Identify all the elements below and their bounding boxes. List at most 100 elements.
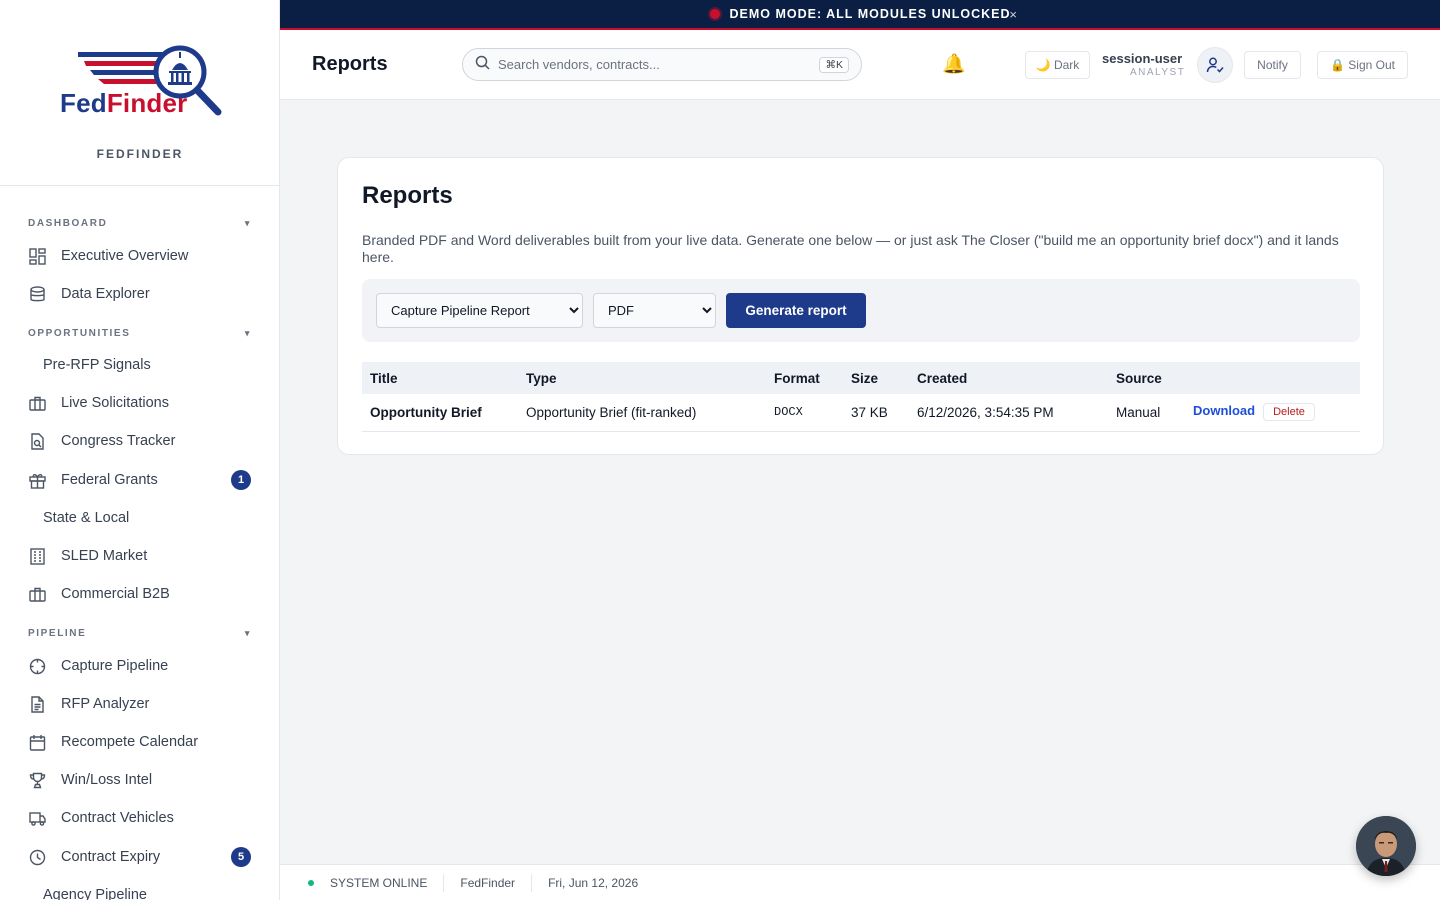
sidebar-item-label: Federal Grants <box>61 472 158 488</box>
sidebar-item-label: Contract Vehicles <box>61 810 174 826</box>
sidebar-item-contract-expiry[interactable]: Contract Expiry 5 <box>28 842 251 872</box>
calendar-icon <box>28 733 46 751</box>
status-footer: SYSTEM ONLINE FedFinder Fri, Jun 12, 202… <box>280 864 1440 900</box>
reports-table: Title Type Format Size Created Source Op… <box>362 362 1360 432</box>
report-type: Opportunity Brief (fit-ranked) <box>518 394 766 432</box>
sidebar-item-data-explorer[interactable]: Data Explorer <box>28 279 251 309</box>
sidebar: FedFinder FEDFINDER DASHBOARD ▾ Executive… <box>0 0 280 900</box>
shortcut-hint: ⌘K <box>819 57 849 73</box>
column-header-source: Source <box>1116 370 1162 386</box>
sidebar-item-recompete-calendar[interactable]: Recompete Calendar <box>28 727 251 757</box>
banner-text: DEMO MODE: ALL MODULES UNLOCKED <box>729 7 1011 21</box>
report-created: 6/12/2026, 3:54:35 PM <box>909 394 1108 432</box>
sidebar-item-label: Contract Expiry <box>61 849 161 865</box>
bell-icon[interactable]: 🔔 <box>942 52 966 76</box>
sidebar-item-label: Win/Loss Intel <box>61 772 153 788</box>
sidebar-item-label: SLED Market <box>61 548 148 564</box>
sidebar-item-label: Executive Overview <box>61 248 189 264</box>
gift-icon <box>28 471 46 489</box>
sidebar-item-sled-market[interactable]: SLED Market <box>28 541 251 571</box>
notify-button[interactable]: Notify <box>1244 51 1301 79</box>
clock-icon <box>28 848 46 866</box>
sidebar-item-live-solicitations[interactable]: Live Solicitations <box>28 388 251 418</box>
report-type-select[interactable]: Capture Pipeline Report <box>376 293 583 328</box>
sidebar-item-label: RFP Analyzer <box>61 696 150 712</box>
generate-report-button[interactable]: Generate report <box>726 293 866 328</box>
chevron-down-icon[interactable]: ▾ <box>245 328 251 339</box>
count-badge: 5 <box>231 847 251 867</box>
trophy-icon <box>28 771 46 789</box>
sidebar-item-win-loss-intel[interactable]: Win/Loss Intel <box>28 765 251 795</box>
search-icon <box>475 55 490 75</box>
report-size: 37 KB <box>843 394 909 432</box>
section-dashboard[interactable]: DASHBOARD ▾ <box>28 218 251 232</box>
user-check-icon[interactable] <box>1197 47 1233 83</box>
reports-heading: Reports <box>362 182 453 209</box>
report-title: Opportunity Brief <box>362 394 518 432</box>
sidebar-item-agency-pipeline[interactable]: Agency Pipeline <box>43 880 251 900</box>
section-pipeline[interactable]: PIPELINE ▾ <box>28 628 251 642</box>
sidebar-item-federal-grants[interactable]: Federal Grants 1 <box>28 465 251 495</box>
section-opportunities[interactable]: OPPORTUNITIES ▾ <box>28 328 251 342</box>
generate-report-bar: Capture Pipeline Report PDF Generate rep… <box>362 279 1360 342</box>
truck-icon <box>28 809 46 827</box>
sidebar-item-state-local[interactable]: State & Local <box>43 503 251 533</box>
sidebar-item-label: Congress Tracker <box>61 433 176 449</box>
user-role: ANALYST <box>1130 67 1186 78</box>
sidebar-item-label: Data Explorer <box>61 286 150 302</box>
delete-button[interactable]: Delete <box>1263 403 1315 422</box>
report-source: Manual <box>1108 394 1185 432</box>
sidebar-item-congress-tracker[interactable]: Congress Tracker <box>28 426 251 456</box>
divider <box>531 873 533 892</box>
sidebar-item-capture-pipeline[interactable]: Capture Pipeline <box>28 651 251 681</box>
page-title: Reports <box>312 53 388 75</box>
table-row: Opportunity Brief Opportunity Brief (fit… <box>362 394 1360 432</box>
building-icon <box>28 547 46 565</box>
sidebar-item-pre-rfp-signals[interactable]: Pre-RFP Signals <box>43 350 251 380</box>
divider <box>443 873 445 892</box>
demo-mode-banner: DEMO MODE: ALL MODULES UNLOCKED × <box>280 0 1440 30</box>
report-actions: Download Delete <box>1185 394 1360 432</box>
file-text-icon <box>28 695 46 713</box>
theme-toggle-button[interactable]: 🌙 Dark <box>1025 51 1090 79</box>
status-dot-icon <box>709 9 720 19</box>
sidebar-item-label: Live Solicitations <box>61 395 169 411</box>
footer-date: Fri, Jun 12, 2026 <box>548 875 639 890</box>
column-header-actions <box>1185 362 1360 394</box>
reports-card: Reports Branded PDF and Word deliverable… <box>337 157 1384 455</box>
logo-wordmark: FedFinder <box>60 88 188 118</box>
search-input[interactable] <box>498 57 798 72</box>
sidebar-item-executive-overview[interactable]: Executive Overview <box>28 241 251 271</box>
search-box[interactable]: ⌘K <box>462 48 862 81</box>
format-select[interactable]: PDF <box>593 293 716 328</box>
sign-out-button[interactable]: 🔒 Sign Out <box>1317 51 1408 79</box>
briefcase-icon <box>28 585 46 603</box>
close-icon[interactable]: × <box>1009 7 1018 22</box>
count-badge: 1 <box>231 470 251 490</box>
system-status: SYSTEM ONLINE <box>330 875 428 890</box>
column-header-format: Format <box>774 370 820 386</box>
sidebar-item-label: Agency Pipeline <box>43 887 147 900</box>
sidebar-item-label: Commercial B2B <box>61 586 170 602</box>
sidebar-item-commercial-b2b[interactable]: Commercial B2B <box>28 579 251 609</box>
column-header-created: Created <box>917 370 968 386</box>
user-name: session-user <box>1102 51 1183 66</box>
sidebar-item-label: State & Local <box>43 510 130 526</box>
reports-description: Branded PDF and Word deliverables built … <box>362 232 1339 265</box>
table-header-row: Title Type Format Size Created Source <box>362 362 1360 394</box>
chevron-down-icon[interactable]: ▾ <box>245 218 251 229</box>
crosshair-icon <box>28 657 46 675</box>
column-header-type: Type <box>526 370 557 386</box>
download-link[interactable]: Download <box>1193 403 1255 418</box>
sidebar-item-label: Capture Pipeline <box>61 658 169 674</box>
sidebar-item-label: Recompete Calendar <box>61 734 199 750</box>
top-header: Reports ⌘K 🔔 🌙 Dark session-user ANALYST… <box>280 30 1440 100</box>
sidebar-item-contract-vehicles[interactable]: Contract Vehicles <box>28 803 251 833</box>
column-header-size: Size <box>851 370 879 386</box>
chevron-down-icon[interactable]: ▾ <box>245 628 251 639</box>
sidebar-item-label: Pre-RFP Signals <box>43 357 151 373</box>
assistant-avatar[interactable] <box>1356 816 1416 876</box>
column-header-title: Title <box>370 370 398 386</box>
sidebar-item-rfp-analyzer[interactable]: RFP Analyzer <box>28 689 251 719</box>
brand-name: FEDFINDER <box>96 147 184 161</box>
